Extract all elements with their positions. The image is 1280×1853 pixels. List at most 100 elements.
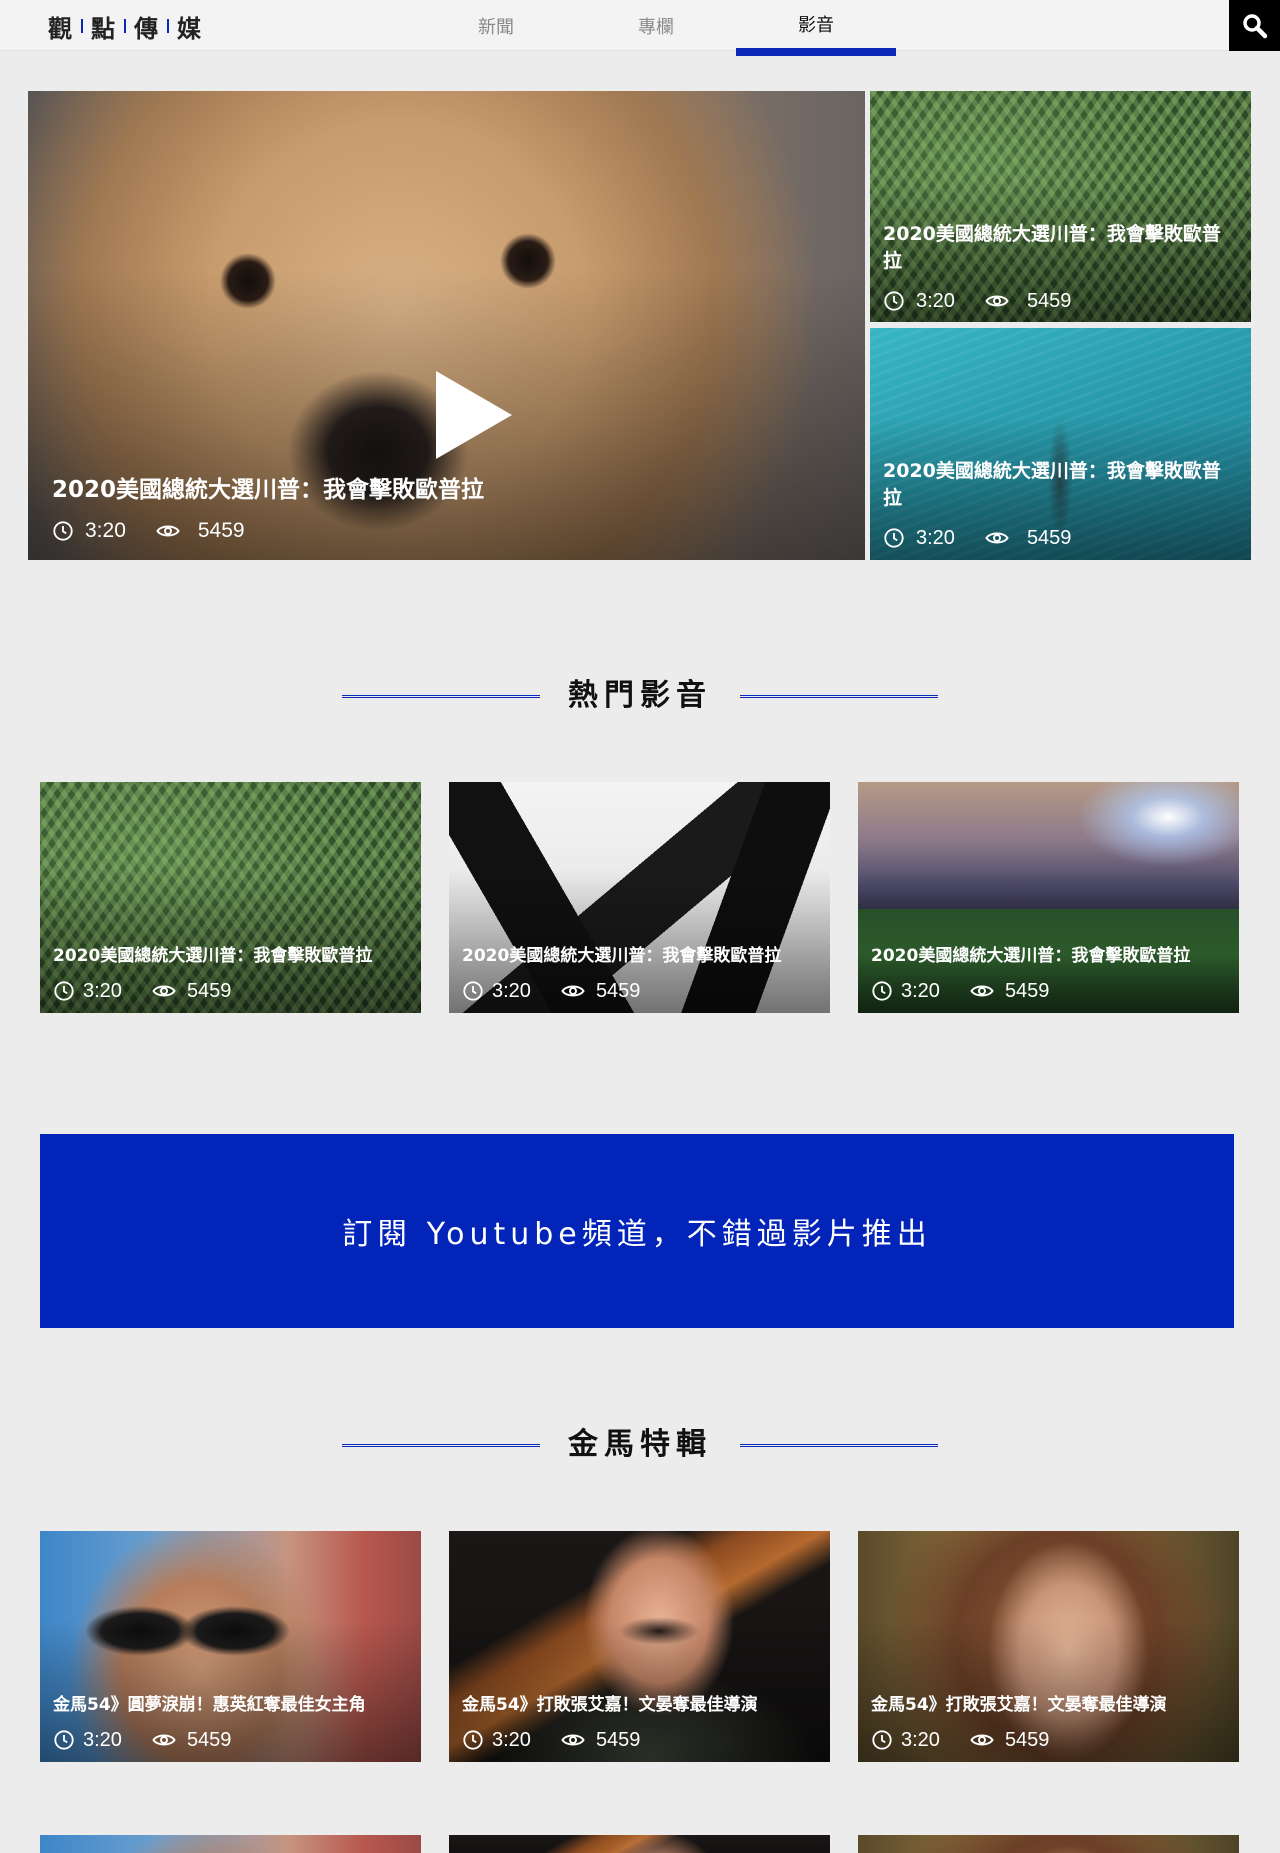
duration-text: 3:20 <box>492 1728 531 1751</box>
search-icon <box>1242 13 1267 38</box>
clock-icon <box>884 528 904 548</box>
views: 5459 <box>152 979 232 1003</box>
video-title[interactable]: 2020美國總統大選川普：我會擊敗歐普拉 <box>883 221 1238 275</box>
views-text: 5459 <box>186 1728 232 1751</box>
views: 5459 <box>985 526 1072 550</box>
logo-separator <box>167 19 169 33</box>
video-title[interactable]: 金馬54》圓夢淚崩！惠英紅奪最佳女主角 <box>53 1694 415 1716</box>
views-text: 5459 <box>1026 526 1072 549</box>
video-card[interactable]: 2020美國總統大選川普：我會擊敗歐普拉 3:20 5459 <box>449 782 830 1013</box>
video-title[interactable]: 2020美國總統大選川普：我會擊敗歐普拉 <box>52 475 484 505</box>
featured-main-video[interactable]: 2020美國總統大選川普：我會擊敗歐普拉 3:20 5459 <box>28 91 865 560</box>
duration-text: 3:20 <box>901 1728 940 1751</box>
clock-icon <box>53 521 73 541</box>
video-title[interactable]: 2020美國總統大選川普：我會擊敗歐普拉 <box>871 945 1233 967</box>
featured-side-video[interactable]: 2020美國總統大選川普：我會擊敗歐普拉 3:20 5459 <box>870 328 1251 560</box>
logo-char: 觀 <box>48 14 73 43</box>
video-thumbnail <box>449 1835 830 1853</box>
video-thumbnail <box>858 1835 1239 1853</box>
views-text: 5459 <box>1004 1728 1050 1751</box>
subscribe-youtube-banner[interactable]: 訂閱 Youtube頻道，不錯過影片推出 <box>40 1134 1234 1328</box>
video-title[interactable]: 金馬54》打敗張艾嘉！文晏奪最佳導演 <box>462 1694 824 1716</box>
clock-icon <box>872 981 892 1001</box>
video-card[interactable]: 金馬54》打敗張艾嘉！文晏奪最佳導演 3:20 5459 <box>858 1531 1239 1762</box>
featured-side-video[interactable]: 2020美國總統大選川普：我會擊敗歐普拉 3:20 5459 <box>870 91 1251 322</box>
duration: 3:20 <box>883 290 955 313</box>
logo-separator <box>124 19 126 33</box>
video-card[interactable] <box>449 1835 830 1853</box>
logo-char: 媒 <box>177 14 202 43</box>
eye-icon <box>970 985 994 997</box>
duration: 3:20 <box>52 519 126 543</box>
video-meta: 3:20 5459 <box>883 525 1071 551</box>
clock-icon <box>54 1730 74 1750</box>
video-card[interactable] <box>40 1835 421 1853</box>
eye-icon <box>985 532 1009 544</box>
video-meta: 3:20 5459 <box>53 1727 231 1753</box>
duration-text: 3:20 <box>85 519 126 542</box>
site-header: 觀 點 傳 媒 新聞 專欄 影音 <box>0 0 1280 56</box>
play-icon[interactable] <box>436 371 512 459</box>
views-text: 5459 <box>197 519 245 542</box>
video-card[interactable] <box>858 1835 1239 1853</box>
views: 5459 <box>561 1728 641 1752</box>
duration: 3:20 <box>53 980 122 1003</box>
video-card[interactable]: 2020美國總統大選川普：我會擊敗歐普拉 3:20 5459 <box>858 782 1239 1013</box>
golden-horse-heading: 金馬特輯 <box>0 1425 1280 1465</box>
eye-icon <box>970 1734 994 1746</box>
views: 5459 <box>970 1728 1050 1752</box>
duration: 3:20 <box>871 980 940 1003</box>
site-logo[interactable]: 觀 點 傳 媒 <box>48 10 202 43</box>
banner-text: 訂閱 Youtube頻道，不錯過影片推出 <box>342 1217 932 1252</box>
video-meta: 3:20 5459 <box>52 517 245 545</box>
tab-news[interactable]: 新聞 <box>416 0 576 56</box>
search-button[interactable] <box>1229 0 1280 51</box>
video-title[interactable]: 金馬54》打敗張艾嘉！文晏奪最佳導演 <box>871 1694 1233 1716</box>
views: 5459 <box>152 1728 232 1752</box>
clock-icon <box>54 981 74 1001</box>
duration-text: 3:20 <box>492 979 531 1002</box>
section-title: 熱門影音 <box>568 678 712 713</box>
duration-text: 3:20 <box>83 979 122 1002</box>
heading-rule <box>740 1444 938 1447</box>
video-title[interactable]: 2020美國總統大選川普：我會擊敗歐普拉 <box>883 458 1238 512</box>
video-title[interactable]: 2020美國總統大選川普：我會擊敗歐普拉 <box>53 945 415 967</box>
eye-icon <box>561 1734 585 1746</box>
video-meta: 3:20 5459 <box>871 1727 1049 1753</box>
video-card[interactable]: 金馬54》圓夢淚崩！惠英紅奪最佳女主角 3:20 5459 <box>40 1531 421 1762</box>
logo-char: 傳 <box>134 14 159 43</box>
eye-icon <box>152 985 176 997</box>
duration: 3:20 <box>883 527 955 550</box>
tab-columns[interactable]: 專欄 <box>576 0 736 56</box>
duration: 3:20 <box>462 980 531 1003</box>
views-text: 5459 <box>1026 289 1072 312</box>
views-text: 5459 <box>1004 979 1050 1002</box>
logo-separator <box>81 19 83 33</box>
section-title: 金馬特輯 <box>568 1427 712 1462</box>
video-title[interactable]: 2020美國總統大選川普：我會擊敗歐普拉 <box>462 945 824 967</box>
views: 5459 <box>561 980 640 1003</box>
duration-text: 3:20 <box>901 979 940 1002</box>
heading-rule <box>342 1444 540 1447</box>
video-thumbnail <box>40 1835 421 1853</box>
views-text: 5459 <box>186 979 232 1002</box>
views-text: 5459 <box>595 1728 641 1751</box>
heading-rule <box>740 695 938 698</box>
duration-text: 3:20 <box>916 526 955 549</box>
video-meta: 3:20 5459 <box>871 978 1049 1004</box>
video-card[interactable]: 金馬54》打敗張艾嘉！文晏奪最佳導演 3:20 5459 <box>449 1531 830 1762</box>
eye-icon <box>152 1734 176 1746</box>
video-card[interactable]: 2020美國總統大選川普：我會擊敗歐普拉 3:20 5459 <box>40 782 421 1013</box>
video-meta: 3:20 5459 <box>462 1727 640 1753</box>
clock-icon <box>884 291 904 311</box>
tab-video[interactable]: 影音 <box>736 0 896 56</box>
clock-icon <box>872 1730 892 1750</box>
duration: 3:20 <box>462 1729 531 1752</box>
video-meta: 3:20 5459 <box>53 978 231 1004</box>
views: 5459 <box>156 519 245 543</box>
hot-videos-heading: 熱門影音 <box>0 676 1280 716</box>
eye-icon <box>985 295 1009 307</box>
main-nav: 新聞 專欄 影音 <box>416 0 896 56</box>
video-meta: 3:20 5459 <box>883 288 1071 314</box>
eye-icon <box>156 525 180 537</box>
